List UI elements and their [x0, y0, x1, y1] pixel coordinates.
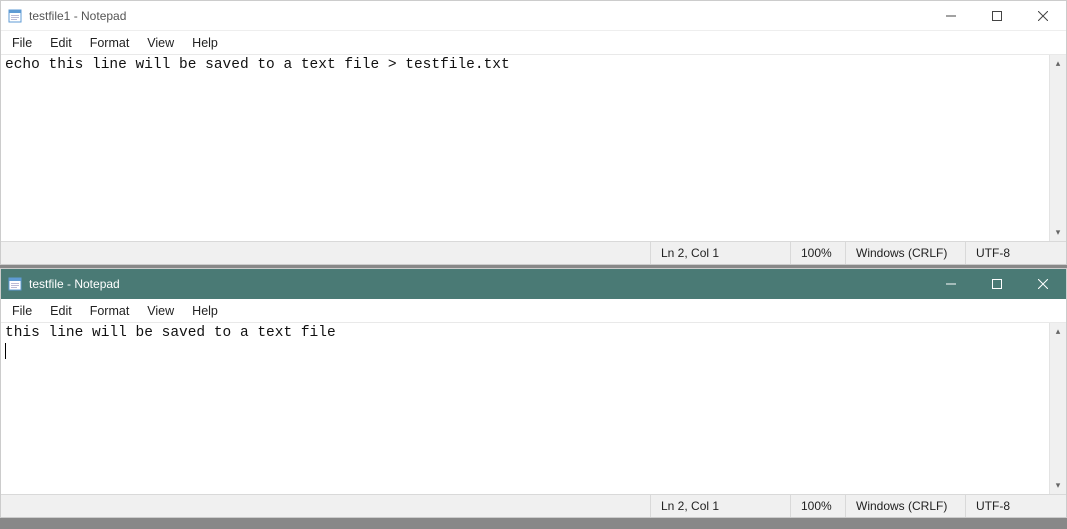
status-encoding: UTF-8: [966, 495, 1066, 517]
titlebar[interactable]: testfile - Notepad: [1, 269, 1066, 299]
menubar: File Edit Format View Help: [1, 31, 1066, 55]
status-encoding: UTF-8: [966, 242, 1066, 264]
editor-text: this line will be saved to a text file: [5, 325, 344, 341]
menu-help[interactable]: Help: [183, 302, 227, 320]
menubar: File Edit Format View Help: [1, 299, 1066, 323]
window-title: testfile - Notepad: [29, 277, 120, 291]
close-button[interactable]: [1020, 1, 1066, 30]
menu-edit[interactable]: Edit: [41, 302, 81, 320]
menu-view[interactable]: View: [138, 302, 183, 320]
status-position: Ln 2, Col 1: [651, 242, 791, 264]
status-position: Ln 2, Col 1: [651, 495, 791, 517]
text-editor[interactable]: this line will be saved to a text file: [1, 323, 1049, 494]
minimize-button[interactable]: [928, 269, 974, 299]
menu-help[interactable]: Help: [183, 34, 227, 52]
text-editor[interactable]: echo this line will be saved to a text f…: [1, 55, 1049, 241]
status-line-ending: Windows (CRLF): [846, 495, 966, 517]
window-controls: [928, 269, 1066, 299]
text-cursor: [5, 343, 6, 359]
window-controls: [928, 1, 1066, 30]
notepad-window-1: testfile1 - Notepad File Edit Format Vie…: [0, 0, 1067, 265]
menu-view[interactable]: View: [138, 34, 183, 52]
notepad-icon: [7, 276, 23, 292]
status-line-ending: Windows (CRLF): [846, 242, 966, 264]
menu-format[interactable]: Format: [81, 302, 139, 320]
menu-format[interactable]: Format: [81, 34, 139, 52]
vertical-scrollbar[interactable]: ▴ ▾: [1049, 55, 1066, 241]
scroll-down-icon[interactable]: ▾: [1050, 224, 1066, 241]
maximize-button[interactable]: [974, 269, 1020, 299]
menu-file[interactable]: File: [3, 302, 41, 320]
close-button[interactable]: [1020, 269, 1066, 299]
notepad-icon: [7, 8, 23, 24]
menu-edit[interactable]: Edit: [41, 34, 81, 52]
status-zoom: 100%: [791, 242, 846, 264]
statusbar: Ln 2, Col 1 100% Windows (CRLF) UTF-8: [1, 494, 1066, 517]
menu-file[interactable]: File: [3, 34, 41, 52]
scroll-down-icon[interactable]: ▾: [1050, 477, 1066, 494]
scroll-up-icon[interactable]: ▴: [1050, 323, 1066, 340]
statusbar: Ln 2, Col 1 100% Windows (CRLF) UTF-8: [1, 241, 1066, 264]
minimize-button[interactable]: [928, 1, 974, 30]
scroll-up-icon[interactable]: ▴: [1050, 55, 1066, 72]
status-zoom: 100%: [791, 495, 846, 517]
titlebar[interactable]: testfile1 - Notepad: [1, 1, 1066, 31]
window-title: testfile1 - Notepad: [29, 9, 126, 23]
notepad-window-2: testfile - Notepad File Edit Format View…: [0, 268, 1067, 518]
maximize-button[interactable]: [974, 1, 1020, 30]
vertical-scrollbar[interactable]: ▴ ▾: [1049, 323, 1066, 494]
